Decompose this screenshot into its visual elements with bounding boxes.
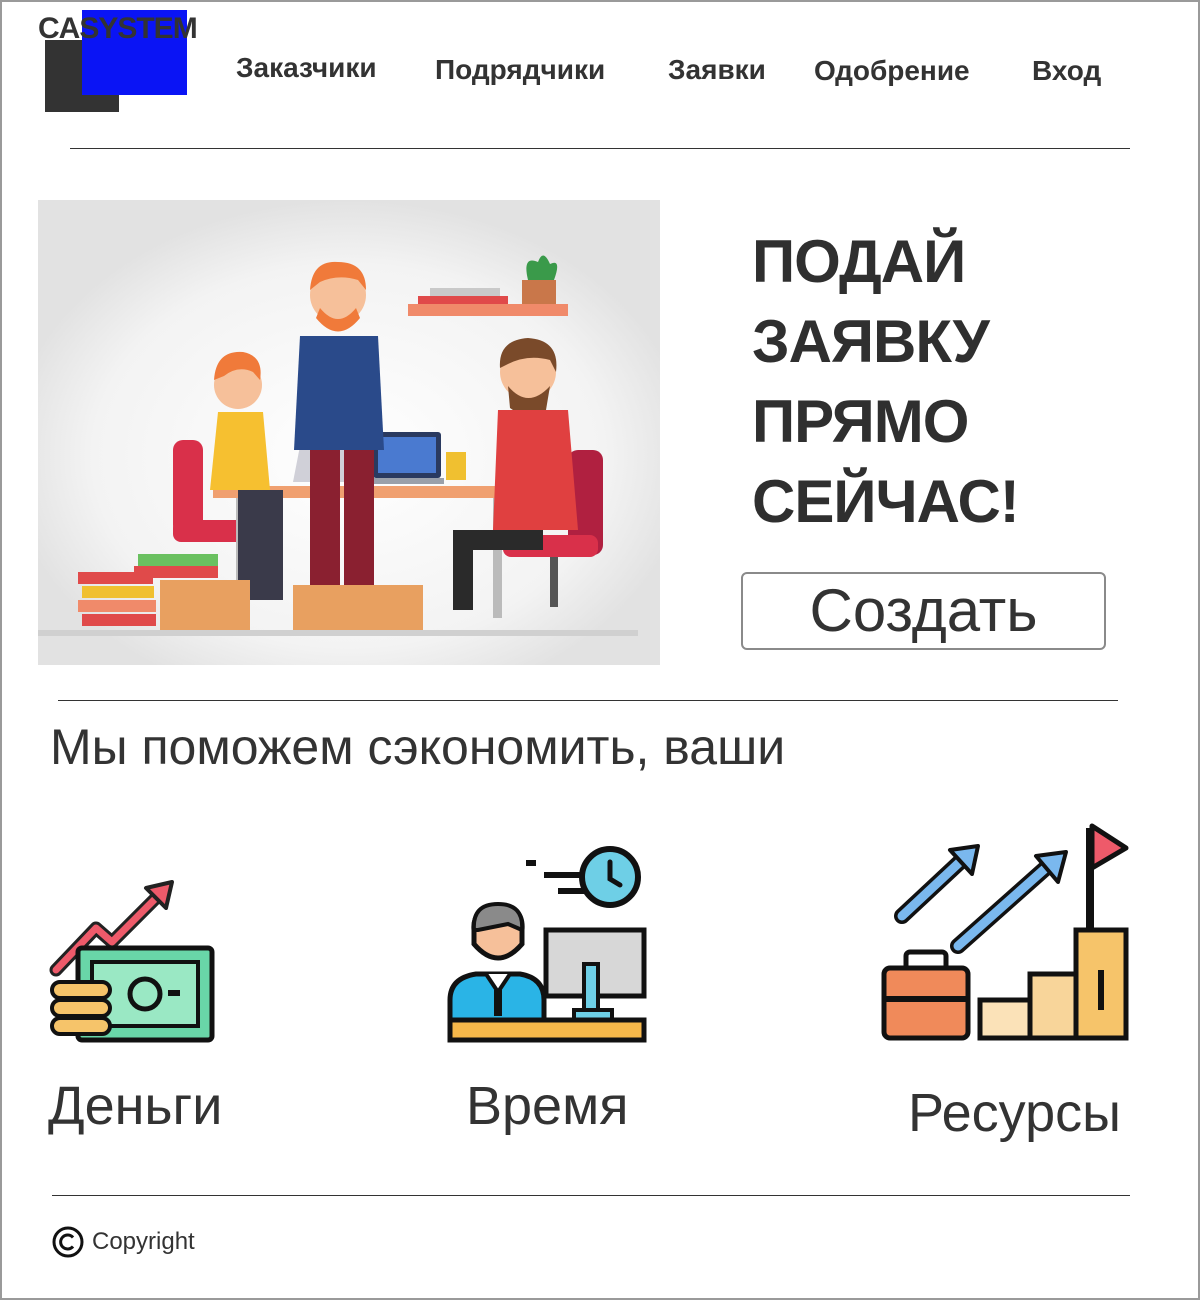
copyright-icon <box>52 1226 84 1258</box>
copyright-text: Copyright <box>92 1228 195 1255</box>
benefit-money-label: Деньги <box>48 1076 223 1136</box>
nav-item-login[interactable]: Вход <box>1032 55 1101 87</box>
benefits-heading: Мы поможем сэкономить, ваши <box>50 719 786 775</box>
hero-divider <box>58 700 1118 701</box>
hero-title: ПОДАЙ ЗАЯВКУ ПРЯМО СЕЙЧАС! <box>752 222 1072 542</box>
create-button[interactable]: Создать <box>741 572 1106 650</box>
office-team-illustration <box>38 200 660 665</box>
nav-item-customers[interactable]: Заказчики <box>236 52 377 84</box>
benefit-time-label: Время <box>466 1076 629 1136</box>
logo[interactable]: CASYSTEM <box>38 10 208 115</box>
footer-divider <box>52 1195 1130 1196</box>
nav-item-approval[interactable]: Одобрение <box>814 55 970 87</box>
hero-title-line: ПРЯМО <box>752 388 969 455</box>
nav-item-requests[interactable]: Заявки <box>668 54 766 86</box>
logo-text: CASYSTEM <box>38 12 198 45</box>
money-growth-icon <box>49 880 215 1043</box>
hero-title-line: ПОДАЙ <box>752 228 966 295</box>
benefit-resources-label: Ресурсы <box>908 1083 1121 1143</box>
hero-title-line: СЕЙЧАС! <box>752 468 1020 535</box>
resources-growth-icon <box>881 823 1129 1041</box>
nav-item-contractors[interactable]: Подрядчики <box>435 54 605 86</box>
header-divider <box>70 148 1130 149</box>
hero-title-line: ЗАЯВКУ <box>752 308 990 375</box>
copyright: Copyright <box>52 1226 195 1258</box>
time-worker-icon <box>447 846 647 1043</box>
